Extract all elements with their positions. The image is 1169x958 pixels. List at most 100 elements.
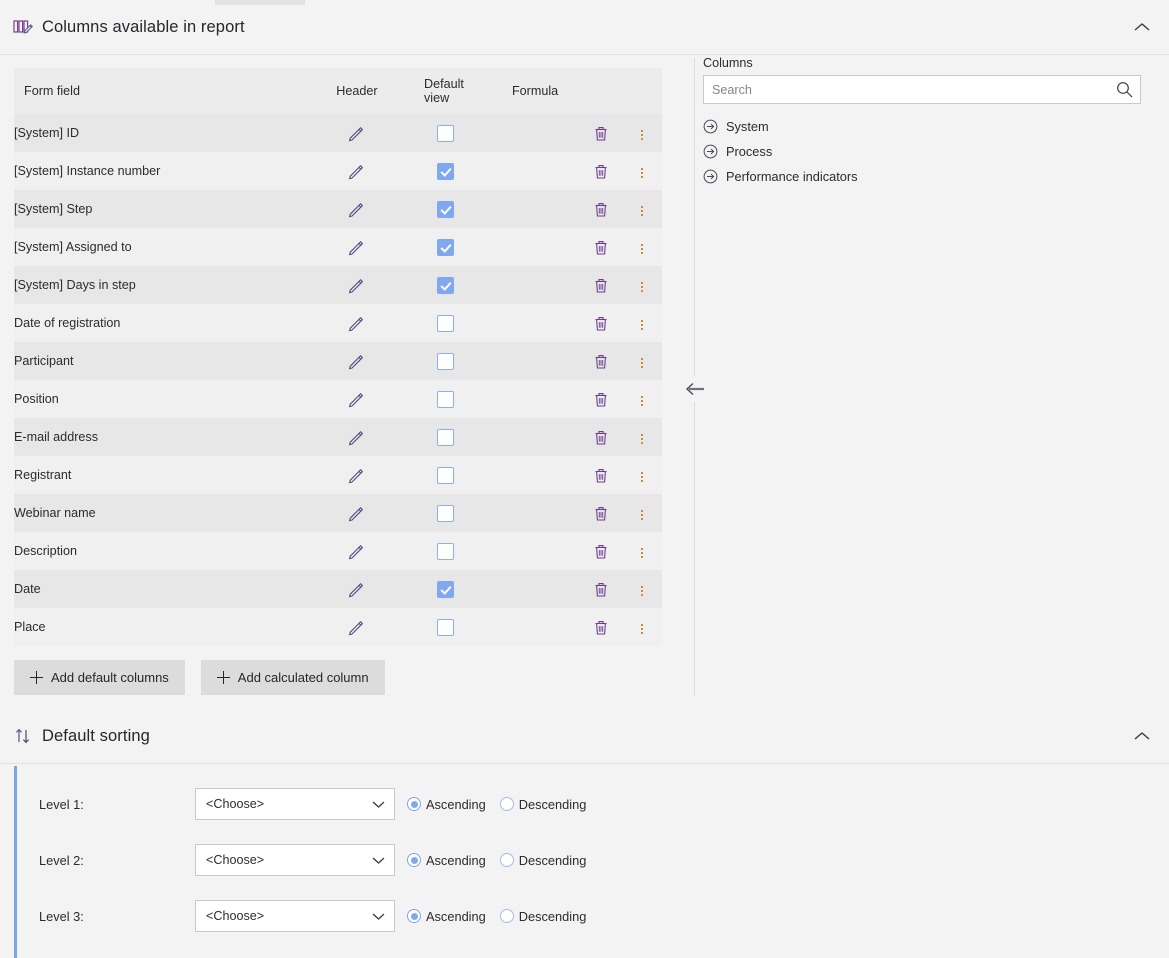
sorting-ascending-label: Ascending	[426, 908, 486, 924]
sorting-level-select[interactable]: <Choose>	[195, 788, 395, 820]
pencil-icon[interactable]	[346, 426, 368, 448]
trash-icon[interactable]	[590, 502, 612, 524]
default-view-checkbox[interactable]	[437, 390, 455, 408]
more-vertical-icon[interactable]	[631, 314, 653, 336]
trash-icon[interactable]	[590, 388, 612, 410]
sorting-ascending-radio[interactable]: Ascending	[407, 797, 486, 812]
add-calculated-column-button[interactable]: Add calculated column	[200, 660, 385, 695]
default-view-checkbox[interactable]	[437, 200, 455, 218]
pencil-icon[interactable]	[346, 160, 368, 182]
pencil-icon[interactable]	[346, 236, 368, 258]
pencil-icon[interactable]	[346, 350, 368, 372]
sorting-ascending-label: Ascending	[426, 796, 486, 812]
more-vertical-icon[interactable]	[631, 618, 653, 640]
sorting-section-collapse-button[interactable]	[1129, 723, 1155, 749]
default-view-checkbox[interactable]	[437, 314, 455, 332]
row-formula-cell	[490, 494, 580, 532]
pencil-icon[interactable]	[346, 502, 368, 524]
trash-icon[interactable]	[590, 350, 612, 372]
trash-icon[interactable]	[590, 198, 612, 220]
more-vertical-icon[interactable]	[631, 200, 653, 222]
more-vertical-icon[interactable]	[631, 276, 653, 298]
trash-icon[interactable]	[590, 274, 612, 296]
default-view-checkbox[interactable]	[437, 162, 455, 180]
sorting-level-select[interactable]: <Choose>	[195, 844, 395, 876]
default-view-checkbox[interactable]	[437, 542, 455, 560]
radio-indicator	[407, 909, 421, 923]
pencil-icon[interactable]	[346, 578, 368, 600]
sorting-descending-radio[interactable]: Descending	[499, 797, 586, 812]
default-view-checkbox[interactable]	[437, 504, 455, 522]
columns-edit-icon	[12, 16, 34, 38]
trash-icon[interactable]	[590, 426, 612, 448]
trash-icon[interactable]	[590, 160, 612, 182]
more-vertical-icon[interactable]	[631, 352, 653, 374]
default-view-checkbox[interactable]	[437, 124, 455, 142]
columns-table-header-row: Form field Header Default view Formula	[14, 68, 662, 114]
trash-icon[interactable]	[590, 312, 612, 334]
columns-section-collapse-button[interactable]	[1129, 14, 1155, 40]
sorting-level-select[interactable]: <Choose>	[195, 900, 395, 932]
default-view-checkbox[interactable]	[437, 428, 455, 446]
sorting-descending-radio[interactable]: Descending	[499, 909, 586, 924]
pencil-icon[interactable]	[346, 388, 368, 410]
plus-icon	[30, 671, 43, 684]
search-icon[interactable]	[1115, 81, 1133, 99]
category-item-system[interactable]: System	[703, 114, 1143, 139]
columns-table: Form field Header Default view Formula […	[14, 68, 662, 646]
more-vertical-icon[interactable]	[631, 580, 653, 602]
pencil-icon[interactable]	[346, 122, 368, 144]
pencil-icon[interactable]	[346, 616, 368, 638]
sorting-ascending-radio[interactable]: Ascending	[407, 853, 486, 868]
sorting-level-select-value: <Choose>	[206, 797, 265, 811]
more-vertical-icon[interactable]	[631, 466, 653, 488]
trash-icon[interactable]	[590, 122, 612, 144]
row-formula-cell	[490, 304, 580, 342]
search-box[interactable]	[703, 75, 1141, 104]
pencil-icon[interactable]	[346, 540, 368, 562]
table-row: [System] Days in step	[14, 266, 662, 304]
default-view-checkbox[interactable]	[437, 238, 455, 256]
table-row: Description	[14, 532, 662, 570]
col-header-default-view-line2: view	[423, 91, 450, 105]
pencil-icon[interactable]	[346, 464, 368, 486]
more-vertical-icon[interactable]	[631, 238, 653, 260]
row-field-name: [System] Assigned to	[14, 228, 313, 266]
row-field-name: Position	[14, 380, 313, 418]
more-vertical-icon[interactable]	[631, 124, 653, 146]
trash-icon[interactable]	[590, 464, 612, 486]
trash-icon[interactable]	[590, 616, 612, 638]
more-vertical-icon[interactable]	[631, 390, 653, 412]
row-field-name: E-mail address	[14, 418, 313, 456]
trash-icon[interactable]	[590, 236, 612, 258]
row-field-name: Place	[14, 608, 313, 646]
category-item-label: Performance indicators	[726, 169, 858, 184]
default-view-checkbox[interactable]	[437, 466, 455, 484]
more-vertical-icon[interactable]	[631, 504, 653, 526]
collapse-panel-button[interactable]	[681, 376, 707, 402]
more-vertical-icon[interactable]	[631, 542, 653, 564]
default-view-checkbox[interactable]	[437, 352, 455, 370]
row-field-name: [System] Days in step	[14, 266, 313, 304]
row-field-name: Registrant	[14, 456, 313, 494]
pencil-icon[interactable]	[346, 274, 368, 296]
pencil-icon[interactable]	[346, 312, 368, 334]
default-view-checkbox[interactable]	[437, 276, 455, 294]
trash-icon[interactable]	[590, 540, 612, 562]
search-input[interactable]	[704, 76, 1140, 103]
table-row: Participant	[14, 342, 662, 380]
sorting-level-row: Level 1: <Choose> Ascending Descending	[17, 776, 1169, 832]
add-default-columns-button[interactable]: Add default columns	[14, 660, 185, 695]
category-item-performance-indicators[interactable]: Performance indicators	[703, 164, 1143, 189]
col-header-formula: Formula	[490, 68, 580, 114]
default-view-checkbox[interactable]	[437, 618, 455, 636]
chevron-down-icon	[371, 797, 385, 811]
trash-icon[interactable]	[590, 578, 612, 600]
category-item-process[interactable]: Process	[703, 139, 1143, 164]
default-view-checkbox[interactable]	[437, 580, 455, 598]
pencil-icon[interactable]	[346, 198, 368, 220]
more-vertical-icon[interactable]	[631, 162, 653, 184]
sorting-descending-radio[interactable]: Descending	[499, 853, 586, 868]
more-vertical-icon[interactable]	[631, 428, 653, 450]
sorting-ascending-radio[interactable]: Ascending	[407, 909, 486, 924]
